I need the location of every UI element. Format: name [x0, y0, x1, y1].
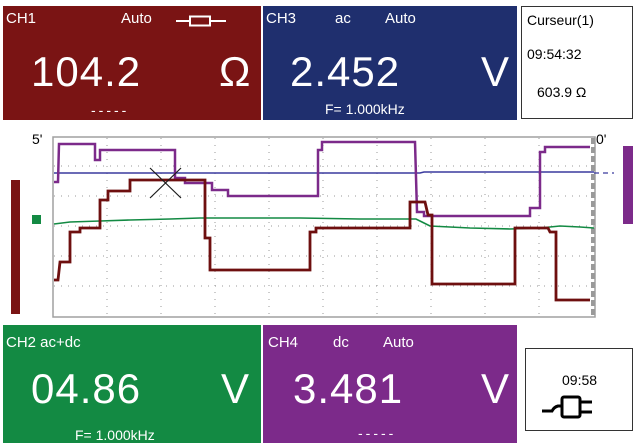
- cursor-time: 09:54:32: [527, 46, 582, 62]
- ch1-unit: Ω: [219, 48, 251, 95]
- cursor-title: Curseur(1): [527, 12, 594, 28]
- resistor-icon: [176, 15, 226, 27]
- ch1-level-marker[interactable]: [11, 180, 20, 314]
- clock-power-box[interactable]: 09:58: [525, 348, 633, 431]
- ch1-mode: Auto: [121, 10, 152, 27]
- cursor-readout[interactable]: Curseur(1) 09:54:32 603.9 Ω: [521, 6, 633, 119]
- scope-display[interactable]: 5' 0': [0, 128, 637, 323]
- ch2-panel[interactable]: CH2 ac+dc 04.86 V F= 1.000kHz: [3, 325, 261, 443]
- ch4-label: CH4: [268, 334, 299, 351]
- ac-plug-icon: [542, 395, 592, 419]
- ch1-label: CH1: [6, 10, 37, 27]
- ch2-frequency: F= 1.000kHz: [75, 427, 155, 443]
- ch4-coupling: dc: [333, 334, 349, 351]
- ch2-label: CH2 ac+dc: [6, 334, 81, 351]
- ch2-level-marker[interactable]: [32, 215, 41, 224]
- ch1-panel[interactable]: CH1 Auto 104.2 Ω -----: [3, 6, 261, 120]
- ch1-value: 104.2: [31, 48, 142, 95]
- ch3-frequency: F= 1.000kHz: [325, 101, 405, 117]
- cursor-value: 603.9 Ω: [537, 84, 587, 100]
- ch2-unit: V: [221, 365, 250, 412]
- ch3-value: 2.452: [290, 48, 401, 95]
- ch4-mode: Auto: [383, 334, 414, 351]
- ch3-panel[interactable]: CH3 ac Auto 2.452 V F= 1.000kHz: [263, 6, 517, 120]
- ch2-value: 04.86: [31, 365, 142, 412]
- scope-left-time: 5': [32, 131, 42, 147]
- ch1-sub: -----: [91, 102, 130, 118]
- ch4-level-marker[interactable]: [623, 146, 633, 224]
- scope-right-time: 0': [596, 131, 606, 147]
- ch3-mode: Auto: [385, 10, 416, 27]
- ch4-sub: -----: [358, 425, 397, 441]
- ch3-label: CH3: [266, 10, 297, 27]
- ch3-coupling: ac: [335, 10, 351, 27]
- ch4-unit: V: [481, 365, 510, 412]
- ch3-unit: V: [481, 48, 510, 95]
- ch4-panel[interactable]: CH4 dc Auto 3.481 V -----: [263, 325, 517, 443]
- ch4-value: 3.481: [293, 365, 404, 412]
- clock-time: 09:58: [562, 372, 598, 388]
